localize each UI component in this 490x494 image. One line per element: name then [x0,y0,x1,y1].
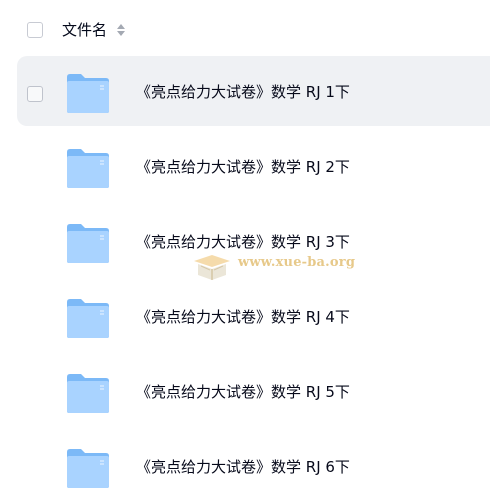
file-list-page: 文件名 《亮点给力大试卷》数学 RJ 1下 《亮点给力大试卷》数学 RJ 2下 [0,0,490,494]
folder-icon [67,224,109,263]
file-name[interactable]: 《亮点给力大试卷》数学 RJ 5下 [136,382,350,402]
sort-icon[interactable] [116,23,126,37]
file-row[interactable]: 《亮点给力大试卷》数学 RJ 3下 [17,206,490,276]
file-row[interactable]: 《亮点给力大试卷》数学 RJ 5下 [17,356,490,426]
file-name[interactable]: 《亮点给力大试卷》数学 RJ 6下 [136,457,350,477]
file-list-header: 文件名 [0,0,490,60]
file-row[interactable]: 《亮点给力大试卷》数学 RJ 2下 [17,131,490,201]
folder-icon [67,149,109,188]
file-row[interactable]: 《亮点给力大试卷》数学 RJ 4下 [17,281,490,351]
row-checkbox[interactable] [27,86,43,102]
folder-icon [67,299,109,338]
file-name[interactable]: 《亮点给力大试卷》数学 RJ 3下 [136,232,350,252]
file-name[interactable]: 《亮点给力大试卷》数学 RJ 2下 [136,157,350,177]
file-name[interactable]: 《亮点给力大试卷》数学 RJ 4下 [136,307,350,327]
file-row[interactable]: 《亮点给力大试卷》数学 RJ 6下 [17,431,490,494]
file-row[interactable]: 《亮点给力大试卷》数学 RJ 1下 [17,56,490,126]
folder-icon [67,449,109,488]
folder-icon [67,74,109,113]
file-name[interactable]: 《亮点给力大试卷》数学 RJ 1下 [136,82,350,102]
folder-icon [67,374,109,413]
select-all-checkbox[interactable] [27,22,43,38]
filename-column-header[interactable]: 文件名 [62,20,107,40]
